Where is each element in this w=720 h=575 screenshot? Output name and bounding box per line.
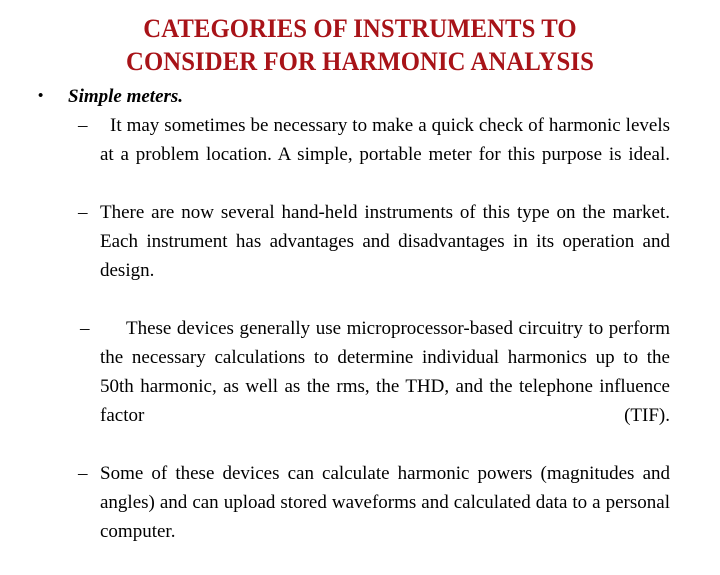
content-body: • Simple meters. – It may sometimes be n… bbox=[0, 78, 720, 575]
page-title: CATEGORIES OF INSTRUMENTS TO CONSIDER FO… bbox=[0, 0, 720, 78]
title-line-1: CATEGORIES OF INSTRUMENTS TO bbox=[143, 14, 577, 43]
list-item-label: It may sometimes be necessary to make a … bbox=[100, 115, 670, 165]
list-item-label: These devices generally use microprocess… bbox=[100, 318, 670, 426]
bullet-dash-icon: – bbox=[78, 115, 88, 136]
list-item-simple-meters: • Simple meters. bbox=[26, 82, 670, 111]
list-item-label: Simple meters. bbox=[68, 86, 184, 107]
bullet-dot-icon: • bbox=[38, 88, 44, 104]
bullet-dash-icon: – bbox=[78, 463, 88, 484]
list-item-sub-4: – Some of these devices can calculate ha… bbox=[26, 459, 670, 575]
bullet-dash-icon: – bbox=[80, 318, 90, 339]
list-item-sub-2: – There are now several hand-held instru… bbox=[26, 198, 670, 314]
title-line-2: CONSIDER FOR HARMONIC ANALYSIS bbox=[126, 47, 594, 76]
list-item-sub-1: – It may sometimes be necessary to make … bbox=[26, 111, 670, 198]
list-item-label: There are now several hand-held instrume… bbox=[100, 202, 670, 281]
bullet-dash-icon: – bbox=[78, 202, 88, 223]
list-item-sub-3: – These devices generally use microproce… bbox=[26, 314, 670, 459]
slide: CATEGORIES OF INSTRUMENTS TO CONSIDER FO… bbox=[0, 0, 720, 542]
list-item-label: Some of these devices can calculate harm… bbox=[100, 463, 670, 542]
